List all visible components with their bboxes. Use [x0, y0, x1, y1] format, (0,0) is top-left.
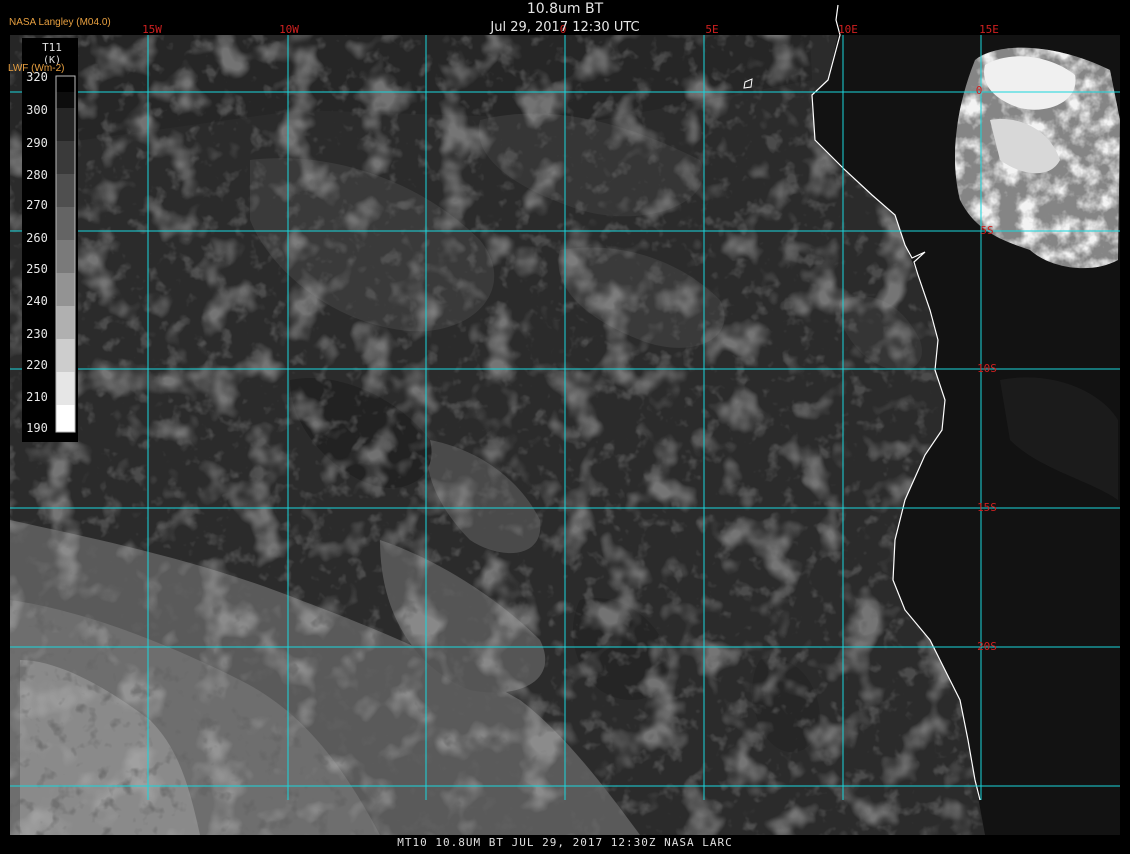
legend-tick: 280	[26, 168, 48, 182]
legend-tick: 270	[26, 198, 48, 212]
legend-tick: 250	[26, 262, 48, 276]
legend-tick: 260	[26, 231, 48, 245]
legend-tick: 300	[26, 103, 48, 117]
legend-tick: 240	[26, 294, 48, 308]
lat-label: 5S	[980, 224, 993, 237]
product-title: 10.8um BT	[526, 1, 604, 17]
lat-label: 10S	[977, 362, 997, 375]
legend-tick: 290	[26, 136, 48, 150]
lat-label: 15S	[977, 501, 997, 514]
legend-tick: 190	[26, 421, 48, 435]
legend-tick: 230	[26, 327, 48, 341]
satellite-image-viewer: 15W 10W 0 5E 10E 15E 0 5S 10S 15S 20S T1…	[0, 0, 1130, 850]
legend-tick: 320	[26, 70, 48, 84]
observation-datetime: Jul 29, 2017 12:30 UTC	[490, 20, 640, 35]
lat-label: 20S	[977, 640, 997, 653]
satellite-map: 15W 10W 0 5E 10E 15E 0 5S 10S 15S 20S T1…	[8, 4, 1120, 835]
image-footer-caption: MT10 10.8UM BT JUL 29, 2017 12:30Z NASA …	[397, 836, 733, 849]
provider-label: NASA Langley (M04.0)	[9, 17, 111, 28]
title-block: 10.8um BT Jul 29, 2017 12:30 UTC NASA La…	[0, 0, 1130, 40]
legend-tick: 210	[26, 390, 48, 404]
lat-label: 0	[976, 84, 983, 97]
legend-variable: T11	[42, 41, 62, 54]
color-ramp	[55, 75, 76, 433]
legend-tick: 220	[26, 358, 48, 372]
